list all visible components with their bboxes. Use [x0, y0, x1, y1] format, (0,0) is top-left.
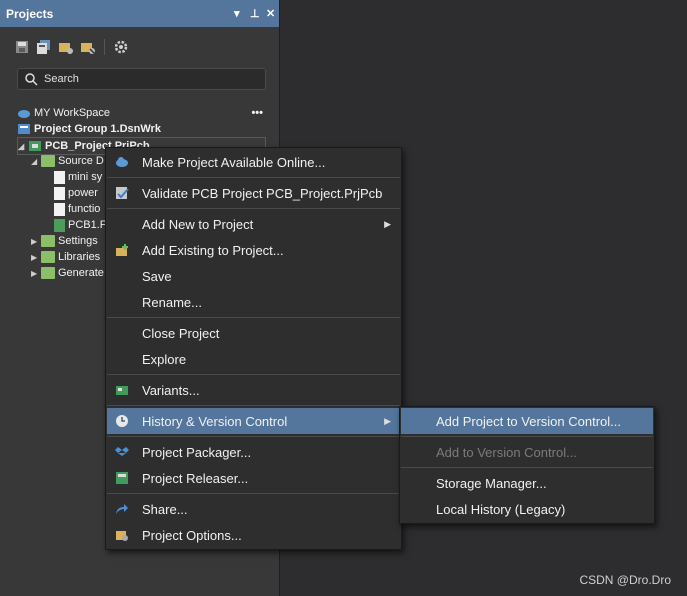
menu-item-variants[interactable]: Variants... [107, 377, 400, 403]
menu-divider [107, 405, 400, 406]
close-folder-icon[interactable] [80, 39, 96, 55]
open-folder-icon[interactable] [58, 39, 74, 55]
pcb-file-icon [54, 218, 65, 232]
menu-divider [107, 493, 400, 494]
menu-divider [401, 436, 653, 437]
tree-item-generated[interactable]: ▶ Generate [31, 265, 104, 281]
schematic-file-icon [54, 202, 65, 216]
menu-item-rename[interactable]: Rename... [107, 289, 400, 315]
schematic-file-icon [54, 186, 65, 200]
context-menu: Make Project Available Online... Validat… [105, 147, 402, 550]
tree-item-project-group[interactable]: Project Group 1.DsnWrk [17, 121, 161, 137]
menu-divider [107, 317, 400, 318]
submenu-arrow-icon: ▶ [384, 415, 391, 426]
menu-item-validate[interactable]: Validate PCB Project PCB_Project.PrjPcb [107, 180, 400, 206]
menu-divider [107, 208, 400, 209]
menu-item-project-releaser[interactable]: Project Releaser... [107, 465, 400, 491]
submenu-arrow-icon: ▶ [384, 218, 391, 229]
settings-icon[interactable] [113, 39, 129, 55]
expand-caret-icon[interactable]: ▶ [31, 253, 39, 262]
submenu-item-local-history[interactable]: Local History (Legacy) [401, 496, 653, 522]
submenu-item-storage-manager[interactable]: Storage Manager... [401, 470, 653, 496]
collapse-caret-icon[interactable]: ◢ [18, 142, 26, 151]
folder-icon [41, 235, 55, 247]
schematic-file-icon [54, 170, 65, 184]
source-folder-label: Source D [58, 155, 104, 167]
tree-item-file[interactable]: power [54, 185, 98, 201]
menu-item-explore[interactable]: Explore [107, 346, 400, 372]
libraries-folder-label: Libraries [58, 251, 101, 263]
cloud-workspace-icon [18, 110, 30, 118]
tree-item-file[interactable]: functio [54, 201, 100, 217]
settings-folder-label: Settings [58, 235, 98, 247]
toolbar-divider [104, 39, 105, 55]
dropbox-icon [115, 447, 129, 456]
watermark: CSDN @Dro.Dro [579, 573, 671, 587]
submenu-item-add-to-vc: Add to Version Control... [436, 444, 577, 460]
menu-item-share[interactable]: Share... [107, 496, 400, 522]
menu-item-make-available-online[interactable]: Make Project Available Online... [107, 149, 400, 175]
options-icon [116, 531, 128, 541]
menu-item-project-packager[interactable]: Project Packager... [107, 439, 400, 465]
menu-divider [107, 374, 400, 375]
tree-item-libraries[interactable]: ▶ Libraries [31, 249, 100, 265]
folder-icon [41, 155, 55, 167]
clock-icon [116, 415, 128, 427]
menu-divider [107, 177, 400, 178]
panel-toolbar [14, 36, 129, 58]
project-group-icon [18, 124, 30, 134]
panel-title-bar: Projects ▾ ⊥ ✕ [0, 0, 279, 27]
tree-item-source-folder[interactable]: ◢ Source D [31, 153, 104, 169]
folder-icon [41, 251, 55, 263]
search-input[interactable]: Search [17, 68, 266, 90]
tree-item-file[interactable]: PCB1.P [54, 217, 107, 233]
file-label: power [68, 187, 98, 199]
tree-item-file[interactable]: mini sy [54, 169, 102, 185]
menu-divider [107, 436, 400, 437]
expand-caret-icon[interactable]: ▶ [31, 237, 39, 246]
menu-divider [401, 467, 653, 468]
menu-item-project-options[interactable]: Project Options... [107, 522, 400, 548]
file-label: functio [68, 203, 101, 215]
search-icon [25, 73, 38, 86]
menu-item-add-existing[interactable]: Add Existing to Project... [107, 237, 400, 263]
tree-item-settings[interactable]: ▶ Settings [31, 233, 98, 249]
panel-menu-icon[interactable]: ▾ [234, 0, 240, 27]
workspace-more-icon[interactable]: ••• [251, 107, 263, 119]
project-group-label: Project Group 1.DsnWrk [34, 123, 161, 135]
file-label: mini sy [68, 171, 103, 183]
submenu-item-add-project-to-vc[interactable]: Add Project to Version Control... [401, 408, 653, 434]
share-icon [116, 504, 128, 514]
menu-item-close-project[interactable]: Close Project [107, 320, 400, 346]
collapse-caret-icon[interactable]: ◢ [31, 157, 39, 166]
file-label: PCB1.P [68, 219, 108, 231]
generated-folder-label: Generate [58, 267, 104, 279]
pin-icon[interactable]: ⊥ [250, 0, 260, 27]
search-placeholder: Search [44, 73, 79, 85]
pcb-project-icon [29, 141, 41, 151]
variants-icon [116, 386, 128, 395]
folder-icon [41, 267, 55, 279]
validate-icon [116, 187, 129, 199]
cloud-icon [116, 157, 128, 167]
save-all-icon[interactable] [36, 39, 52, 55]
expand-caret-icon[interactable]: ▶ [31, 269, 39, 278]
save-icon[interactable] [14, 39, 30, 55]
releaser-icon [116, 472, 128, 484]
menu-item-history-version-control[interactable]: History & Version Control ▶ [107, 408, 400, 434]
menu-item-add-new[interactable]: Add New to Project ▶ [107, 211, 400, 237]
add-existing-icon [116, 244, 128, 256]
panel-title: Projects [6, 6, 54, 21]
version-control-submenu: Add Project to Version Control... Add to… [399, 406, 655, 524]
close-icon[interactable]: ✕ [266, 0, 275, 27]
menu-item-save[interactable]: Save [107, 263, 400, 289]
tree-item-workspace[interactable]: MY WorkSpace ••• [17, 105, 267, 121]
workspace-label: MY WorkSpace [34, 107, 111, 119]
